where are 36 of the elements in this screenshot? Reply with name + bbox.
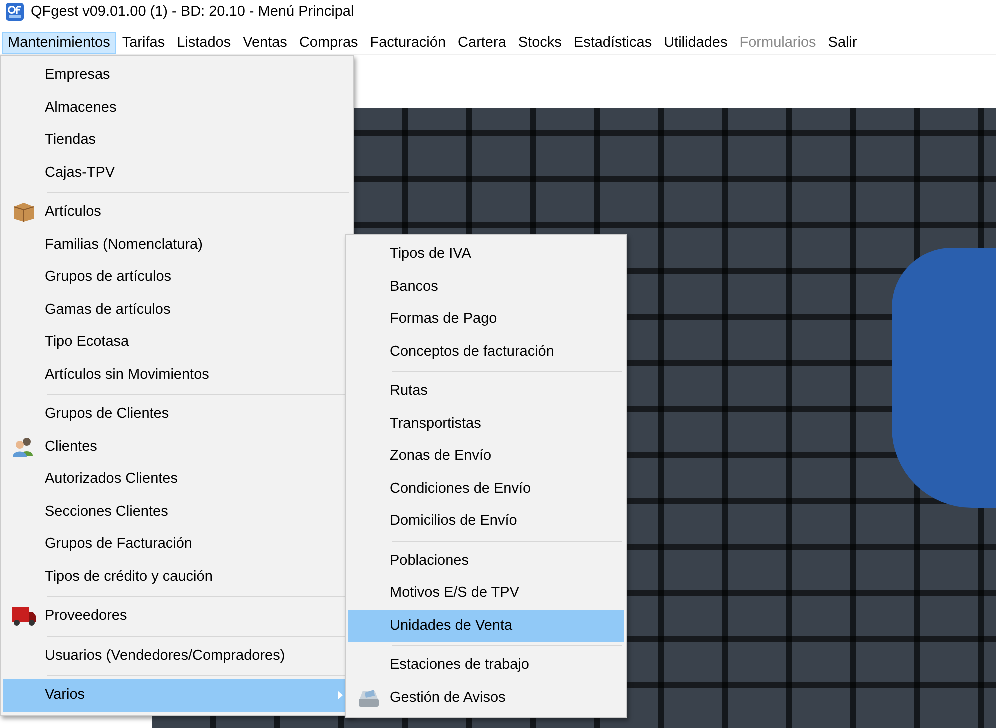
menu-item[interactable]: Bancos bbox=[348, 270, 624, 303]
menu-item[interactable]: Empresas bbox=[3, 59, 351, 92]
menu-item[interactable]: Motivos E/S de TPV bbox=[348, 577, 624, 610]
app-logo-icon bbox=[6, 3, 24, 21]
menu-item[interactable]: Cajas-TPV bbox=[3, 156, 351, 189]
menu-item[interactable]: Domicilios de Envío bbox=[348, 505, 624, 538]
menu-item[interactable]: Poblaciones bbox=[348, 544, 624, 577]
menu-item[interactable]: Almacenes bbox=[3, 92, 351, 124]
menu-item[interactable]: Artículos bbox=[3, 196, 351, 228]
menubar-item[interactable]: Utilidades bbox=[658, 32, 734, 54]
menubar-item[interactable]: Salir bbox=[822, 32, 864, 54]
truck-icon bbox=[11, 605, 37, 628]
menubar-item[interactable]: Ventas bbox=[237, 32, 294, 54]
menubar-item[interactable]: Mantenimientos bbox=[2, 32, 116, 54]
submenu-arrow-icon bbox=[338, 691, 343, 700]
menu-item[interactable]: Transportistas bbox=[348, 408, 624, 440]
menu-item[interactable]: Unidades de Venta bbox=[348, 610, 624, 642]
menu-item[interactable]: Zonas de Envío bbox=[348, 440, 624, 472]
menu-item[interactable]: Formas de Pago bbox=[348, 303, 624, 336]
menu-item[interactable]: Gestión de Avisos bbox=[348, 682, 624, 714]
people-icon bbox=[12, 436, 36, 458]
menubar-item[interactable]: Cartera bbox=[452, 32, 512, 54]
menubar-item[interactable]: Stocks bbox=[512, 32, 568, 54]
menu-item[interactable]: Tiendas bbox=[3, 124, 351, 156]
menu-item[interactable]: Tipos de IVA bbox=[348, 238, 624, 270]
box-icon bbox=[12, 201, 36, 224]
menu-item[interactable]: Estaciones de trabajo bbox=[348, 649, 624, 682]
menubar-item[interactable]: Facturación bbox=[364, 32, 452, 54]
menubar-item[interactable]: Listados bbox=[171, 32, 238, 54]
menu-item[interactable]: Conceptos de facturación bbox=[348, 336, 624, 368]
menu-item[interactable]: Condiciones de Envío bbox=[348, 472, 624, 505]
window-title: QFgest v09.01.00 (1) - BD: 20.10 - Menú Principal bbox=[31, 4, 354, 20]
menubar-item[interactable]: Compras bbox=[293, 32, 364, 54]
menubar-item[interactable]: Estadísticas bbox=[568, 32, 658, 54]
menu-item[interactable]: Rutas bbox=[348, 375, 624, 408]
menubar-item[interactable]: Tarifas bbox=[116, 32, 172, 54]
